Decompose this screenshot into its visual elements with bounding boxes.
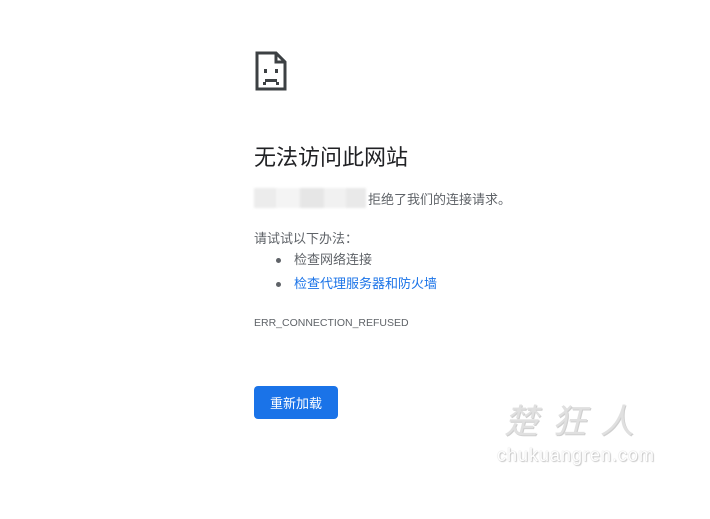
error-code: ERR_CONNECTION_REFUSED <box>254 317 409 329</box>
check-proxy-firewall-link[interactable]: 检查代理服务器和防火墙 <box>294 277 437 292</box>
watermark-url: chukuangren.com <box>496 445 656 465</box>
refused-message: 拒绝了我们的连接请求。 <box>368 192 512 208</box>
bullet-icon <box>276 258 281 263</box>
blurred-hostname <box>254 188 366 208</box>
refused-message-line: 拒绝了我们的连接请求。 <box>254 187 511 209</box>
suggestion-item-check-network: 检查网络连接 <box>276 250 437 274</box>
watermark-logo-text: 楚狂人 <box>504 402 648 442</box>
bullet-icon <box>276 282 281 287</box>
reload-button[interactable]: 重新加载 <box>254 386 338 419</box>
sad-page-icon <box>255 51 287 91</box>
error-title: 无法访问此网站 <box>254 146 409 171</box>
suggestion-item-check-proxy-firewall: 检查代理服务器和防火墙 <box>276 274 437 298</box>
watermark: 楚狂人 chukuangren.com <box>476 394 676 466</box>
suggestions-list: 检查网络连接 检查代理服务器和防火墙 <box>254 250 437 298</box>
suggestions-label: 请试试以下办法： <box>254 232 359 247</box>
suggestion-label: 检查网络连接 <box>294 253 373 268</box>
error-page: 无法访问此网站 拒绝了我们的连接请求。 请试试以下办法： 检查网络连接 检查代理… <box>0 0 710 519</box>
